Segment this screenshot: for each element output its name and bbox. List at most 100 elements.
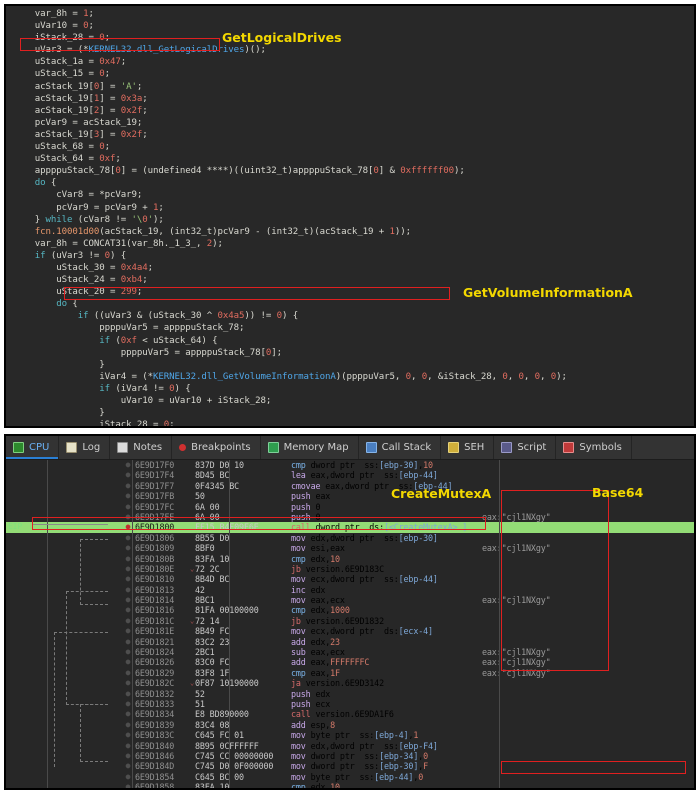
disassembly-row[interactable]: ● 6E9D17FE 6A 00 push 0 eax:"cjl1NXgy" [6,512,694,522]
instruction-address: 6E9D182C [135,678,175,689]
instruction-address: 6E9D1816 [135,605,175,616]
tab-cpu[interactable]: CPU [6,436,60,459]
instruction-address: 6E9D1813 [135,584,175,595]
disassembly-row[interactable]: ● 6E9D17F4 8D45 BC lea eax,dword ptr ss:[eb… [6,470,694,480]
tab-log[interactable]: Log [59,436,111,459]
instruction-address: 6E9D1858 [135,782,175,790]
disassembly-row[interactable]: ● 6E9D1833 51 push ecx [6,699,694,709]
disassembly-row[interactable]: ● 6E9D1816 81FA 00100000 cmp edx,1000 [6,605,694,615]
decompiler-line: var_8h = CONCAT31(var_8h._1_3_, 2); [24,238,223,249]
disassembly-row[interactable]: ● 6E9D1814 8BC1 mov eax,ecx eax:"cjl1NXgy" [6,595,694,605]
disassembly-row[interactable]: ● 6E9D181E 8B49 FC mov ecx,dword ptr ds:[ec… [6,626,694,636]
decompiler-line: do { [56,299,78,310]
instruction-mnemonic: mov byte ptr ss:[ebp-44],0 [291,771,424,782]
disassembly-row[interactable]: ● 6E9D1854 C645 BC 00 mov byte ptr ss:[ebp-… [6,772,694,782]
decompiler-line: acStack_19[0] = 'A'; [24,81,143,92]
instruction-address: 6E9D17FC [135,501,175,512]
disassembly-row[interactable]: ● 6E9D1846 C745 CC 00000000 mov dword ptr s… [6,751,694,761]
instruction-mnemonic: mov byte ptr ss:[ebp-4],1 [291,730,419,741]
symbols-icon [563,442,575,453]
annotation-getlogicaldrives: GetLogicalDrives [222,30,342,45]
disassembly-row[interactable]: ● 6E9D1806 8B55 D0 mov edx,dword ptr ss:[eb… [6,533,694,543]
decompiler-code-listing: var_8h = 1; uVar10 = 0; iStack_28 = 0; u… [6,6,694,426]
disassembly-row[interactable]: ● 6E9D17FB 50 push eax [6,491,694,501]
decompiler-line: uStack_30 = 0x4a4; [24,262,153,273]
instruction-bytes: 52 [195,688,205,699]
instruction-bytes: 8BC1 [195,595,215,606]
tab-notes[interactable]: Notes [110,436,173,459]
jump-gutter [36,470,122,480]
tab-memory-map[interactable]: Memory Map [261,436,359,459]
decompiler-line: uStack_1a = 0x47; [24,57,127,68]
instruction-mnemonic: mov eax,ecx [291,595,345,606]
disassembly-row[interactable]: ● 6E9D180B 83FA 10 cmp edx,10 [6,554,694,564]
instruction-address: 6E9D181C [135,615,175,626]
disassembly-row[interactable]: ● 6E9D1824 2BC1 sub eax,ecx eax:"cjl1NXgy" [6,647,694,657]
decompiler-line: uVar3 = (*KERNEL32.dll_GetLogicalDrives)… [24,45,266,56]
jump-gutter [36,460,122,470]
instruction-mnemonic: add eax,FFFFFFFC [291,657,370,668]
instruction-bytes: 83C4 08 [195,719,230,730]
decompiler-line: ppppuVar5 = appppuStack_78[0]; [24,347,282,358]
disassembly-row[interactable]: ● 6E9D1839 83C4 08 add esp,8 [6,720,694,730]
tab-label: Memory Map [283,442,349,453]
jump-gutter [36,782,122,788]
decompiler-line: if (0xf < uStack_64) { [99,335,218,346]
instruction-bytes: 83C0 FC [195,657,230,668]
instruction-bytes: FF15 B4E09F6E [195,522,259,533]
disassembly-row[interactable]: ● 6E9D182C ⌄ 0F87 10190000 ja version.6E9D31… [6,678,694,688]
instruction-mnemonic: mov ecx,dword ptr ds:[ecx-4] [291,626,433,637]
decompiler-pane[interactable]: var_8h = 1; uVar10 = 0; iStack_28 = 0; u… [4,4,696,428]
disassembly-row[interactable]: ● 6E9D1829 83F8 1F cmp eax,1F eax:"cjl1NXgy" [6,668,694,678]
disassembly-row[interactable]: ● 6E9D17FC 6A 00 push 0 [6,502,694,512]
disassembly-row[interactable]: ● 6E9D17F7 0F4345 BC cmovae eax,dword ptr s… [6,481,694,491]
tab-label: CPU [29,442,50,453]
tab-script[interactable]: Script [494,436,557,459]
disassembly-row[interactable]: ● 6E9D183C C645 FC 01 mov byte ptr ss:[ebp-… [6,730,694,740]
instruction-bytes: C745 D0 0F000000 [195,761,274,772]
instruction-address: 6E9D1833 [135,698,175,709]
decompiler-line: iStack_28 = 0; [24,33,110,44]
disassembly-row[interactable]: ● 6E9D1809 8BF0 mov esi,eax eax:"cjl1NXgy" [6,543,694,553]
disassembly-row[interactable]: ● 6E9D1832 52 push edx [6,689,694,699]
decompiler-line: uStack_15 = 0; [24,69,110,80]
disassembly-row[interactable]: ● 6E9D180E ⌄ 72 2C jb version.6E9D183C [6,564,694,574]
disassembly-view[interactable]: ● 6E9D17F0 837D D0 10 cmp dword ptr ss:[ebp… [6,460,694,790]
debugger-tab-bar[interactable]: CPU Log Notes Breakpoints Memory Map Call Sta… [6,436,694,460]
tab-breakpoints[interactable]: Breakpoints [172,436,261,459]
disassembly-row[interactable]: ● 6E9D1840 8B95 0CFFFFFF mov edx,dword ptr … [6,741,694,751]
script-icon [501,442,513,453]
notes-icon [117,442,129,453]
disassembly-row[interactable]: ● 6E9D1813 42 inc edx [6,585,694,595]
tab-call-stack[interactable]: Call Stack [359,436,442,459]
disassembly-row[interactable]: EIP ● 6E9D1800 FF15 B4E09F6E call dword ptr … [6,522,694,533]
instruction-mnemonic: push ecx [291,698,331,709]
instruction-address: 6E9D1854 [135,771,175,782]
screenshot-root: var_8h = 1; uVar10 = 0; iStack_28 = 0; u… [0,0,700,794]
disassembly-row[interactable]: ● 6E9D1834 E8 BD890000 call version.6E9DA1F… [6,709,694,719]
disassembly-row[interactable]: ● 6E9D181C ⌄ 72 14 jb version.6E9D1832 [6,616,694,626]
instruction-bytes: 42 [195,584,205,595]
instruction-address: 6E9D1814 [135,595,175,606]
call-stack-icon [365,442,377,453]
jump-gutter [36,554,122,564]
tab-symbols[interactable]: Symbols [556,436,632,459]
decompiler-line: ppppuVar5 = appppuStack_78; [24,323,245,334]
decompiler-line: if (uVar3 != 0) { [34,250,127,261]
disassembly-row[interactable]: ● 6E9D1858 83FA 10 cmp edx,10 [6,782,694,790]
disassembly-row[interactable]: ● 6E9D184D C745 D0 0F000000 mov dword ptr s… [6,761,694,771]
disassembly-row[interactable]: ● 6E9D17F0 837D D0 10 cmp dword ptr ss:[ebp… [6,460,694,470]
decompiler-line: } [24,359,105,370]
instruction-address: 6E9D1832 [135,688,175,699]
instruction-address: 6E9D1840 [135,740,175,751]
disassembly-row[interactable]: ● 6E9D1821 83C2 23 add edx,23 [6,637,694,647]
instruction-mnemonic: cmp dword ptr ss:[ebp-30],10 [291,460,433,470]
disassembly-row[interactable]: ● 6E9D1826 83C0 FC add eax,FFFFFFFC eax:"cjl… [6,657,694,667]
decompiler-line: uVar10 = 0; [24,21,94,32]
instruction-mnemonic: mov edx,dword ptr ss:[ebp-30] [291,532,438,543]
instruction-bytes: 0F87 10190000 [195,678,259,689]
instruction-address: 6E9D180E [135,563,175,574]
instruction-bytes: 83FA 10 [195,553,230,564]
disassembly-row[interactable]: ● 6E9D1810 8B4D BC mov ecx,dword ptr ss:[eb… [6,574,694,584]
tab-seh[interactable]: SEH [441,436,495,459]
